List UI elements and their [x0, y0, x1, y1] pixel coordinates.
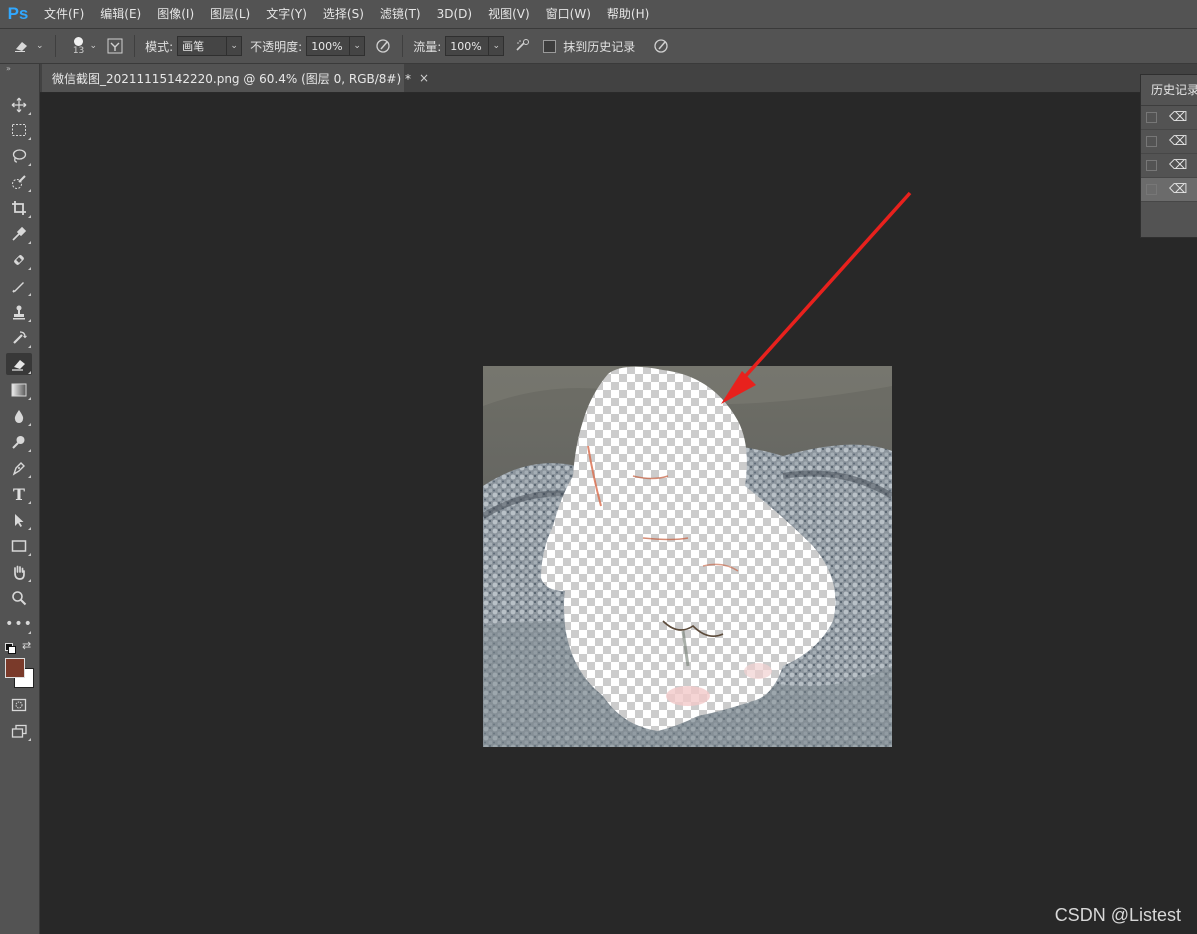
brush-size-picker[interactable]: 13: [68, 36, 90, 56]
quick-mask-icon[interactable]: [6, 694, 32, 716]
marquee-tool-icon[interactable]: [6, 119, 32, 141]
mode-label: 模式:: [145, 39, 174, 54]
document-tab-bar: 微信截图_20211115142220.png @ 60.4% (图层 0, R…: [40, 64, 1197, 93]
photoshop-logo: Ps: [7, 4, 29, 23]
airbrush-icon[interactable]: [514, 38, 532, 54]
type-tool-icon[interactable]: T: [6, 483, 32, 505]
erase-to-history-label: 抹到历史记录: [563, 39, 636, 54]
menu-select[interactable]: 选择(S): [315, 0, 372, 28]
flow-label: 流量:: [413, 39, 442, 54]
pen-tool-icon[interactable]: [6, 457, 32, 479]
flow-chevron-icon[interactable]: ⌄: [489, 36, 505, 56]
menu-edit[interactable]: 编辑(E): [92, 0, 149, 28]
move-tool-icon[interactable]: [6, 94, 32, 116]
brush-size-value: 13: [72, 45, 85, 56]
gradient-tool-icon[interactable]: [6, 379, 32, 401]
tools-panel: » T ••• ⇄: [0, 64, 40, 934]
history-state-row[interactable]: ⌫: [1141, 106, 1197, 130]
menu-3d[interactable]: 3D(D): [429, 0, 480, 28]
default-colors-icon[interactable]: [5, 643, 16, 654]
history-source-checkbox[interactable]: [1146, 136, 1157, 147]
opacity-value: 100%: [311, 39, 343, 53]
flow-value: 100%: [450, 39, 482, 53]
path-selection-tool-icon[interactable]: [6, 509, 32, 531]
eraser-step-icon: ⌫: [1169, 158, 1188, 173]
hand-tool-icon[interactable]: [6, 561, 32, 583]
opacity-field[interactable]: 100%: [306, 36, 351, 56]
zoom-tool-icon[interactable]: [6, 587, 32, 609]
close-icon[interactable]: ×: [419, 71, 429, 85]
opacity-chevron-icon[interactable]: ⌄: [350, 36, 366, 56]
rectangle-tool-icon[interactable]: [6, 535, 32, 557]
chevron-down-icon[interactable]: ⌄: [36, 41, 44, 51]
history-state-row[interactable]: ⌫: [1141, 154, 1197, 178]
mode-select-chevron-icon[interactable]: ⌄: [227, 36, 243, 56]
eraser-step-icon: ⌫: [1169, 182, 1188, 197]
lasso-tool-icon[interactable]: [6, 145, 32, 167]
type-tool-glyph: T: [13, 484, 25, 504]
menu-layer[interactable]: 图层(L): [202, 0, 258, 28]
menu-view[interactable]: 视图(V): [480, 0, 538, 28]
erase-to-history-checkbox[interactable]: [543, 39, 557, 53]
history-panel: 历史记录 ⌫ ⌫ ⌫ ⌫: [1140, 74, 1197, 238]
blur-tool-icon[interactable]: [6, 405, 32, 427]
clone-stamp-tool-icon[interactable]: [6, 301, 32, 323]
watermark-text: CSDN @Listest: [1054, 905, 1181, 925]
swap-colors-icon[interactable]: ⇄: [22, 639, 31, 652]
quick-selection-tool-icon[interactable]: [6, 171, 32, 193]
menu-filter[interactable]: 滤镜(T): [372, 0, 429, 28]
history-source-checkbox[interactable]: [1146, 160, 1157, 171]
menu-type[interactable]: 文字(Y): [258, 0, 315, 28]
mode-select[interactable]: 画笔: [177, 36, 228, 56]
chevron-down-icon[interactable]: ⌄: [90, 41, 98, 51]
history-panel-title[interactable]: 历史记录: [1141, 75, 1197, 106]
pressure-size-icon[interactable]: [653, 38, 669, 54]
more-tools-icon[interactable]: •••: [5, 613, 33, 635]
separator: [402, 35, 404, 57]
menu-bar: Ps 文件(F) 编辑(E) 图像(I) 图层(L) 文字(Y) 选择(S) 滤…: [0, 0, 1197, 29]
ellipsis-glyph: •••: [5, 616, 33, 632]
dodge-tool-icon[interactable]: [6, 431, 32, 453]
separator: [134, 35, 136, 57]
history-source-checkbox[interactable]: [1146, 112, 1157, 123]
history-brush-tool-icon[interactable]: [6, 327, 32, 349]
crop-tool-icon[interactable]: [6, 197, 32, 219]
document-tab-title: 微信截图_20211115142220.png @ 60.4% (图层 0, R…: [52, 71, 411, 86]
menu-window[interactable]: 窗口(W): [538, 0, 599, 28]
history-source-checkbox[interactable]: [1146, 184, 1157, 195]
history-state-row[interactable]: ⌫: [1141, 130, 1197, 154]
menu-help[interactable]: 帮助(H): [599, 0, 657, 28]
eraser-tool-icon[interactable]: [6, 353, 32, 375]
document-canvas[interactable]: [483, 366, 892, 747]
options-bar: ⌄ 13 ⌄ 模式: 画笔 ⌄ 不透明度: 100% ⌄ 流量: 100% ⌄ …: [0, 29, 1197, 64]
menu-file[interactable]: 文件(F): [36, 0, 92, 28]
brush-dot-icon: [74, 36, 84, 46]
brush-tool-icon[interactable]: [6, 275, 32, 297]
canvas-image: [483, 366, 892, 747]
pressure-opacity-icon[interactable]: [375, 38, 391, 54]
eraser-step-icon: ⌫: [1169, 134, 1188, 149]
eraser-tool-preset-icon[interactable]: [13, 39, 31, 53]
screen-mode-icon[interactable]: [6, 720, 32, 742]
foreground-color-swatch[interactable]: [5, 658, 25, 678]
document-tab[interactable]: 微信截图_20211115142220.png @ 60.4% (图层 0, R…: [42, 64, 429, 92]
brush-settings-panel-icon[interactable]: [107, 38, 123, 54]
panel-collapse-icon[interactable]: »: [0, 64, 39, 74]
eraser-step-icon: ⌫: [1169, 110, 1188, 125]
separator: [54, 35, 56, 57]
eyedropper-tool-icon[interactable]: [6, 223, 32, 245]
healing-brush-tool-icon[interactable]: [6, 249, 32, 271]
history-state-row-selected[interactable]: ⌫: [1141, 178, 1197, 202]
flow-field[interactable]: 100%: [445, 36, 490, 56]
menu-image[interactable]: 图像(I): [149, 0, 202, 28]
opacity-label: 不透明度:: [250, 39, 303, 54]
mode-select-value: 画笔: [182, 40, 205, 53]
